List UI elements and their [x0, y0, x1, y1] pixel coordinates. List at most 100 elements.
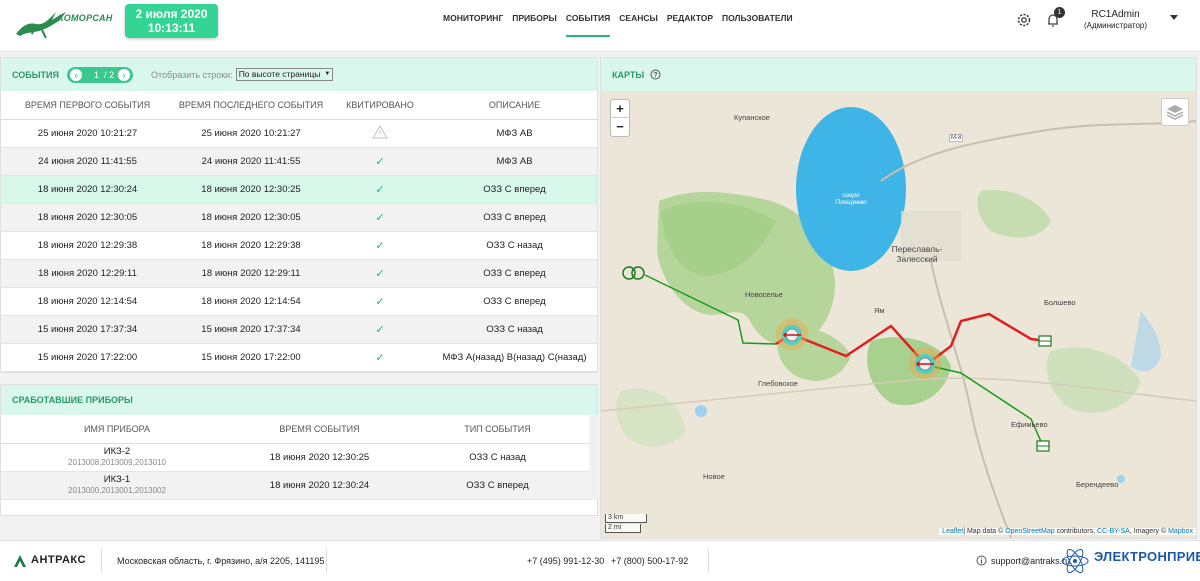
table-row[interactable]: 18 июня 2020 12:29:38 18 июня 2020 12:29… [1, 231, 597, 260]
event-last-time: 24 июня 2020 11:41:55 [174, 147, 328, 176]
attr-text: , Imagery © [1129, 528, 1169, 535]
event-description: ОЗЗ С вперед [432, 259, 597, 288]
current-page: 1 [94, 69, 100, 80]
footer-phone-2[interactable]: +7 (800) 500-17-92 [611, 556, 688, 566]
events-panel-header: СОБЫТИЯ ‹ 1 / 2 › Отобразить строки: По … [1, 58, 597, 91]
substation-icon[interactable] [1038, 335, 1052, 347]
table-row[interactable]: ИКЗ-1 2013000,2013001,2013002 18 июня 20… [1, 471, 589, 500]
highway-label: М-8 [949, 134, 964, 142]
event-description: ОЗЗ С назад [432, 231, 597, 260]
nav-events[interactable]: СОБЫТИЯ [565, 13, 611, 37]
event-first-time: 24 июня 2020 11:41:55 [1, 147, 174, 176]
info-icon [976, 555, 987, 566]
col-first-event[interactable]: ВРЕМЯ ПЕРВОГО СОБЫТИЯ [1, 91, 174, 120]
layers-icon [1166, 105, 1184, 120]
map-view[interactable]: Купанское озеро Плещеево Переславль-Зале… [601, 91, 1196, 538]
rows-per-page-value: По высоте страницы [238, 69, 321, 79]
checkmark-icon: ✓ [328, 147, 432, 176]
device-event-time: 18 июня 2020 12:30:24 [233, 471, 406, 500]
checkmark-icon: ✓ [328, 343, 432, 372]
event-first-time: 15 июня 2020 17:37:34 [1, 315, 174, 344]
table-row[interactable]: 18 июня 2020 12:30:05 18 июня 2020 12:30… [1, 203, 597, 232]
event-last-time: 25 июня 2020 10:21:27 [174, 119, 328, 148]
substation-icon[interactable] [1036, 440, 1050, 452]
nav-sessions[interactable]: СЕАНСЫ [619, 13, 658, 37]
gear-icon[interactable] [1016, 12, 1032, 28]
map-canvas[interactable] [601, 91, 1196, 538]
footer-email[interactable]: support@antraks.ru [991, 556, 1070, 566]
rows-per-page-select[interactable]: По высоте страницы ▼ [235, 68, 334, 81]
event-description: ОЗЗ С вперед [432, 175, 597, 204]
col-device-name[interactable]: ИМЯ ПРИБОРА [1, 415, 233, 444]
osm-link[interactable]: OpenStreetMap [1005, 528, 1054, 535]
col-description[interactable]: ОПИСАНИЕ [432, 91, 597, 120]
table-row[interactable]: 18 июня 2020 12:29:11 18 июня 2020 12:29… [1, 259, 597, 288]
checkmark-icon: ✓ [328, 287, 432, 316]
nav-users[interactable]: ПОЛЬЗОВАТЕЛИ [722, 13, 793, 37]
map-scale: 3 km 2 mi [605, 514, 647, 534]
event-first-time: 18 июня 2020 12:30:05 [1, 203, 174, 232]
total-pages: / 2 [104, 69, 115, 80]
map-label: Ям [874, 306, 885, 315]
user-menu-caret-icon[interactable] [1170, 15, 1178, 20]
map-attribution: Leaflet| Map data © OpenStreetMap contri… [939, 528, 1196, 535]
app-header: КОМОРСАН 2 июля 2020 10:13:11 МОНИТОРИНГ… [0, 0, 1200, 52]
footer-divider [101, 549, 102, 573]
map-label: Болшево [1044, 298, 1076, 307]
table-row[interactable]: 15 июня 2020 17:22:00 15 июня 2020 17:22… [1, 343, 597, 372]
cc-link[interactable]: CC-BY-SA [1097, 528, 1130, 535]
event-first-time: 18 июня 2020 12:29:11 [1, 259, 174, 288]
layers-button[interactable] [1161, 98, 1189, 126]
map-label: Новое [703, 472, 725, 481]
event-first-time: 18 июня 2020 12:29:38 [1, 231, 174, 260]
col-acknowledged[interactable]: КВИТИРОВАНО [328, 91, 432, 120]
event-first-time: 18 июня 2020 12:14:54 [1, 287, 174, 316]
device-event-time: 18 июня 2020 12:30:25 [233, 443, 406, 472]
event-description: ОЗЗ С назад [432, 315, 597, 344]
mapbox-link[interactable]: Mapbox [1168, 528, 1193, 535]
checkmark-icon: ✓ [328, 259, 432, 288]
map-label: Берендеево [1076, 480, 1119, 489]
event-description: МФЗ А(назад) В(назад) С(назад) [432, 343, 597, 372]
prev-page-chevron-icon[interactable]: ‹ [70, 68, 82, 81]
table-row[interactable]: 18 июня 2020 12:14:54 18 июня 2020 12:14… [1, 287, 597, 316]
col-event-time[interactable]: ВРЕМЯ СОБЫТИЯ [233, 415, 406, 444]
map-label: Ефимьево [1011, 420, 1048, 429]
zoom-out-button[interactable]: − [611, 118, 629, 136]
checkmark-icon: ✓ [328, 203, 432, 232]
col-last-event[interactable]: ВРЕМЯ ПОСЛЕДНЕГО СОБЫТИЯ [174, 91, 328, 120]
leaflet-link[interactable]: Leaflet [942, 528, 963, 535]
deer-logo-icon[interactable] [12, 6, 112, 40]
water [695, 405, 707, 417]
event-description: ОЗЗ С вперед [432, 203, 597, 232]
help-icon[interactable]: ? [650, 69, 661, 80]
warning-icon[interactable] [372, 124, 388, 139]
event-description: ОЗЗ С вперед [432, 287, 597, 316]
nav-monitoring[interactable]: МОНИТОРИНГ [443, 13, 503, 37]
nav-editor[interactable]: РЕДАКТОР [667, 13, 713, 37]
next-page-chevron-icon[interactable]: › [118, 68, 131, 81]
table-row-selected[interactable]: 18 июня 2020 12:30:24 18 июня 2020 12:30… [1, 175, 597, 204]
col-event-type[interactable]: ТИП СОБЫТИЯ [406, 415, 589, 444]
events-panel: СОБЫТИЯ ‹ 1 / 2 › Отобразить строки: По … [0, 57, 598, 373]
table-row[interactable]: 15 июня 2020 17:37:34 15 июня 2020 17:37… [1, 315, 597, 344]
table-row[interactable]: ИКЗ-2 2013008,2013009,2013010 18 июня 20… [1, 443, 589, 472]
device-name: ИКЗ-1 [103, 474, 131, 485]
devices-table-header: ИМЯ ПРИБОРА ВРЕМЯ СОБЫТИЯ ТИП СОБЫТИЯ [1, 415, 589, 444]
device-event-type: ОЗЗ С назад [406, 443, 589, 472]
event-description: МФЗ АВ [432, 147, 597, 176]
scale-km: 3 km [605, 514, 647, 523]
footer-phone-1[interactable]: +7 (495) 991-12-30 [527, 556, 604, 566]
nav-devices[interactable]: ПРИБОРЫ [512, 13, 557, 37]
devices-panel-header: СРАБОТАВШИЕ ПРИБОРЫ [1, 385, 597, 415]
main-nav: МОНИТОРИНГ ПРИБОРЫ СОБЫТИЯ СЕАНСЫ РЕДАКТ… [443, 13, 793, 37]
user-menu[interactable]: RC1Admin (Администратор) [1084, 9, 1147, 31]
table-row[interactable]: 24 июня 2020 11:41:55 24 июня 2020 11:41… [1, 147, 597, 176]
table-row[interactable]: 25 июня 2020 10:21:27 25 июня 2020 10:21… [1, 119, 597, 148]
devices-scrollbar[interactable] [589, 415, 598, 500]
user-role: (Администратор) [1084, 21, 1148, 30]
chevron-down-icon: ▼ [324, 71, 331, 77]
zoom-in-button[interactable]: + [611, 100, 629, 118]
event-first-time: 15 июня 2020 17:22:00 [1, 343, 174, 372]
event-last-time: 18 июня 2020 12:30:25 [174, 175, 328, 204]
